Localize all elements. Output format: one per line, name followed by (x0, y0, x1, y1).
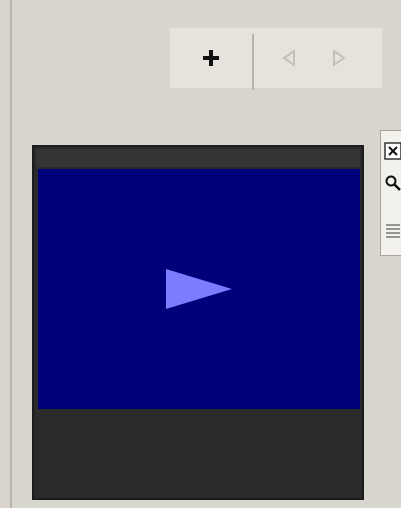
media-player[interactable] (32, 145, 364, 500)
toolbar-separator (252, 34, 254, 90)
side-tool-panel (380, 130, 401, 256)
add-button[interactable] (192, 28, 230, 88)
player-controls-area (36, 409, 362, 489)
next-button[interactable] (322, 28, 356, 88)
play-icon[interactable] (162, 267, 236, 311)
left-triangle-icon (282, 49, 295, 67)
plus-icon (203, 50, 219, 66)
player-top-bar (36, 149, 360, 167)
toolbar (170, 28, 382, 90)
video-area[interactable] (38, 169, 360, 409)
magnifier-icon[interactable] (383, 171, 401, 195)
close-icon[interactable] (383, 139, 401, 163)
right-triangle-icon (333, 49, 346, 67)
list-icon[interactable] (383, 219, 401, 243)
previous-button[interactable] (272, 28, 306, 88)
left-border (0, 0, 12, 508)
